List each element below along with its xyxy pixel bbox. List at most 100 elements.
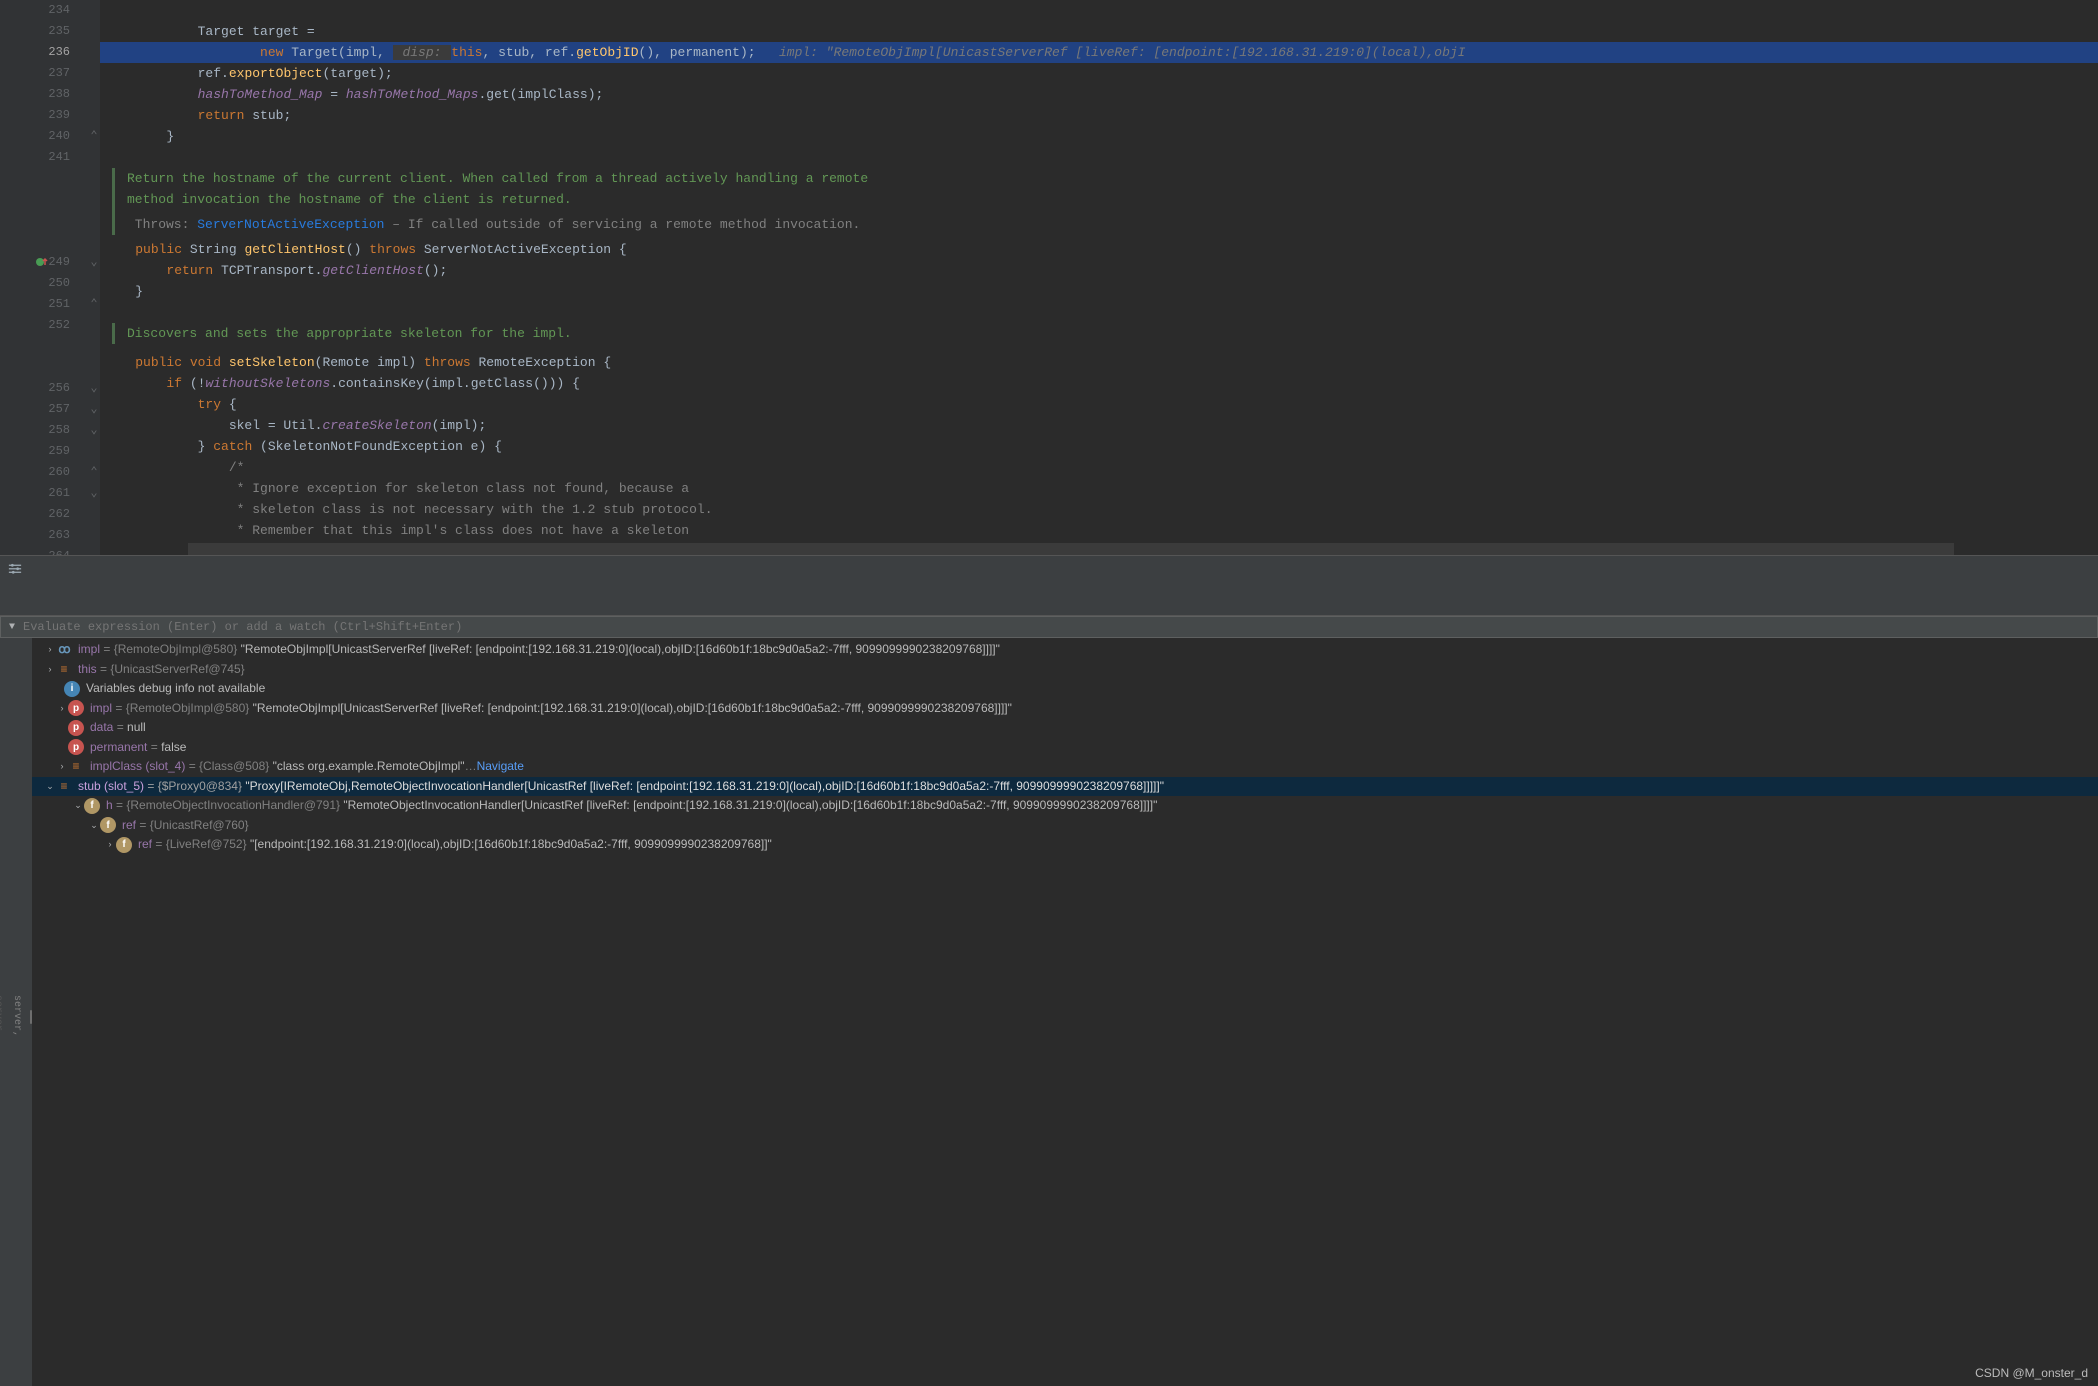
panel-toolbar (0, 555, 2098, 616)
expand-icon[interactable]: › (56, 757, 68, 777)
variable-value: "RemoteObjImpl[UnicastServerRef [liveRef… (253, 699, 1012, 719)
variable-row-selected[interactable]: ⌄ ≡ stub (slot_5) = {$Proxy0@834} "Proxy… (32, 777, 2098, 797)
code-line: * skeleton class is not necessary with t… (100, 499, 2098, 520)
code-line: * Ignore exception for skeleton class no… (100, 478, 2098, 499)
variables-tree[interactable]: › ꝏ impl = {RemoteObjImpl@580} "RemoteOb… (32, 638, 2098, 1386)
variable-value: "RemoteObjectInvocationHandler[UnicastRe… (343, 796, 1157, 816)
code-content[interactable]: Target target = new Target(impl, disp: t… (100, 0, 2098, 555)
variable-name: permanent (90, 738, 147, 758)
javadoc-block: Return the hostname of the current clien… (112, 168, 2098, 235)
variable-row[interactable]: ⌄ f ref = {UnicastRef@760} (32, 816, 2098, 836)
line-number-text: 249 (48, 255, 70, 269)
variable-row[interactable]: › ≡ this = {UnicastServerRef@745} (32, 660, 2098, 680)
variables-panel[interactable]: server, server, › ꝏ impl = {RemoteObjImp… (0, 638, 2098, 1386)
javadoc-block: Discovers and sets the appropriate skele… (112, 323, 2098, 344)
dropdown-icon[interactable]: ▼ (9, 622, 15, 633)
collapse-icon[interactable]: ⌄ (88, 816, 100, 836)
variable-name: ref (122, 816, 136, 836)
variable-value: "class org.example.RemoteObjImpl" (273, 757, 465, 777)
field-icon: f (116, 837, 132, 853)
evaluate-expression-input[interactable] (23, 620, 2089, 634)
code-line: /* (100, 457, 2098, 478)
variable-row[interactable]: › ꝏ impl = {RemoteObjImpl@580} "RemoteOb… (32, 640, 2098, 660)
slot-icon: ≡ (56, 778, 72, 794)
javadoc-link[interactable]: ServerNotActiveException (197, 217, 384, 232)
field-icon: f (100, 817, 116, 833)
code-line: } (100, 126, 2098, 147)
line-number: 239 (0, 105, 88, 126)
parameter-icon: p (68, 739, 84, 755)
line-number: 240 (0, 126, 88, 147)
parameter-icon: p (68, 700, 84, 716)
code-line: return TCPTransport.getClientHost(); (100, 260, 2098, 281)
line-number: 261 (0, 483, 88, 504)
this-icon: ≡ (56, 661, 72, 677)
variable-row[interactable]: ⌄ f h = {RemoteObjectInvocationHandler@7… (32, 796, 2098, 816)
code-line: hashToMethod_Map = hashToMethod_Maps.get… (100, 84, 2098, 105)
fold-column[interactable]: ⌃ ⌄⌃ ⌄⌄⌄ ⌃⌄ (88, 0, 100, 555)
javadoc-line: Return the hostname of the current clien… (127, 168, 2098, 189)
expand-icon[interactable]: › (104, 835, 116, 855)
expand-icon[interactable]: › (44, 660, 56, 680)
line-number: 260 (0, 462, 88, 483)
variable-row[interactable]: p permanent = false (32, 738, 2098, 758)
line-number: 264 (0, 546, 88, 555)
code-line: public void setSkeleton(Remote impl) thr… (100, 352, 2098, 373)
variable-row[interactable]: › p impl = {RemoteObjImpl@580} "RemoteOb… (32, 699, 2098, 719)
variable-name: impl (78, 640, 100, 660)
code-line: return stub; (100, 105, 2098, 126)
info-text: Variables debug info not available (86, 679, 265, 699)
variable-type: {LiveRef@752} (166, 835, 247, 855)
field-icon: f (84, 798, 100, 814)
navigate-link[interactable]: Navigate (477, 757, 524, 777)
line-number (0, 189, 88, 210)
code-line: public String getClientHost() throws Ser… (100, 239, 2098, 260)
variable-type: {RemoteObjectInvocationHandler@791} (126, 796, 340, 816)
variable-type: {UnicastServerRef@745} (110, 660, 244, 680)
method-override-icon[interactable] (36, 256, 48, 268)
variable-name: stub (slot_5) (78, 777, 144, 797)
line-number: 262 (0, 504, 88, 525)
settings-icon[interactable] (8, 562, 22, 576)
slot-icon: ≡ (68, 759, 84, 775)
line-number: 238 (0, 84, 88, 105)
frame-label[interactable]: server, (11, 995, 22, 1037)
variable-row[interactable]: p data = null (32, 718, 2098, 738)
variable-name: data (90, 718, 113, 738)
line-number (0, 168, 88, 189)
collapse-icon[interactable]: ⌄ (44, 777, 56, 797)
line-number: 236 (0, 42, 88, 63)
line-number: 237 (0, 63, 88, 84)
variable-value: false (161, 738, 186, 758)
code-line: try { (100, 394, 2098, 415)
code-line: ref.exportObject(target); (100, 63, 2098, 84)
line-number: 252 (0, 315, 88, 336)
variable-value: null (127, 718, 146, 738)
variable-row[interactable]: › ≡ implClass (slot_4) = {Class@508} "cl… (32, 757, 2098, 777)
line-number (0, 357, 88, 378)
line-gutter: 234 235 236 237 238 239 240 241 249 250 … (0, 0, 88, 555)
code-line: * Remember that this impl's class does n… (100, 520, 2098, 541)
evaluate-expression-bar[interactable]: ▼ (0, 616, 2098, 638)
variable-name: implClass (slot_4) (90, 757, 185, 777)
frame-label[interactable]: server, (0, 995, 3, 1037)
frames-sidebar[interactable]: server, server, (0, 638, 32, 1386)
variable-row[interactable]: › f ref = {LiveRef@752} "[endpoint:[192.… (32, 835, 2098, 855)
code-line (100, 147, 2098, 168)
collapse-icon[interactable]: ⌄ (72, 796, 84, 816)
line-number: 251 (0, 294, 88, 315)
code-line (100, 302, 2098, 323)
code-editor[interactable]: 234 235 236 237 238 239 240 241 249 250 … (0, 0, 2098, 555)
line-number: 258 (0, 420, 88, 441)
expand-icon[interactable]: › (56, 699, 68, 719)
line-number (0, 231, 88, 252)
line-number: 256 (0, 378, 88, 399)
javadoc-line: Throws: ServerNotActiveException – If ca… (127, 214, 2098, 235)
line-number: 241 (0, 147, 88, 168)
horizontal-scrollbar[interactable] (188, 543, 1954, 555)
variable-type: {Class@508} (199, 757, 269, 777)
line-number: 250 (0, 273, 88, 294)
line-number (0, 336, 88, 357)
line-number: 249 (0, 252, 88, 273)
expand-icon[interactable]: › (44, 640, 56, 660)
